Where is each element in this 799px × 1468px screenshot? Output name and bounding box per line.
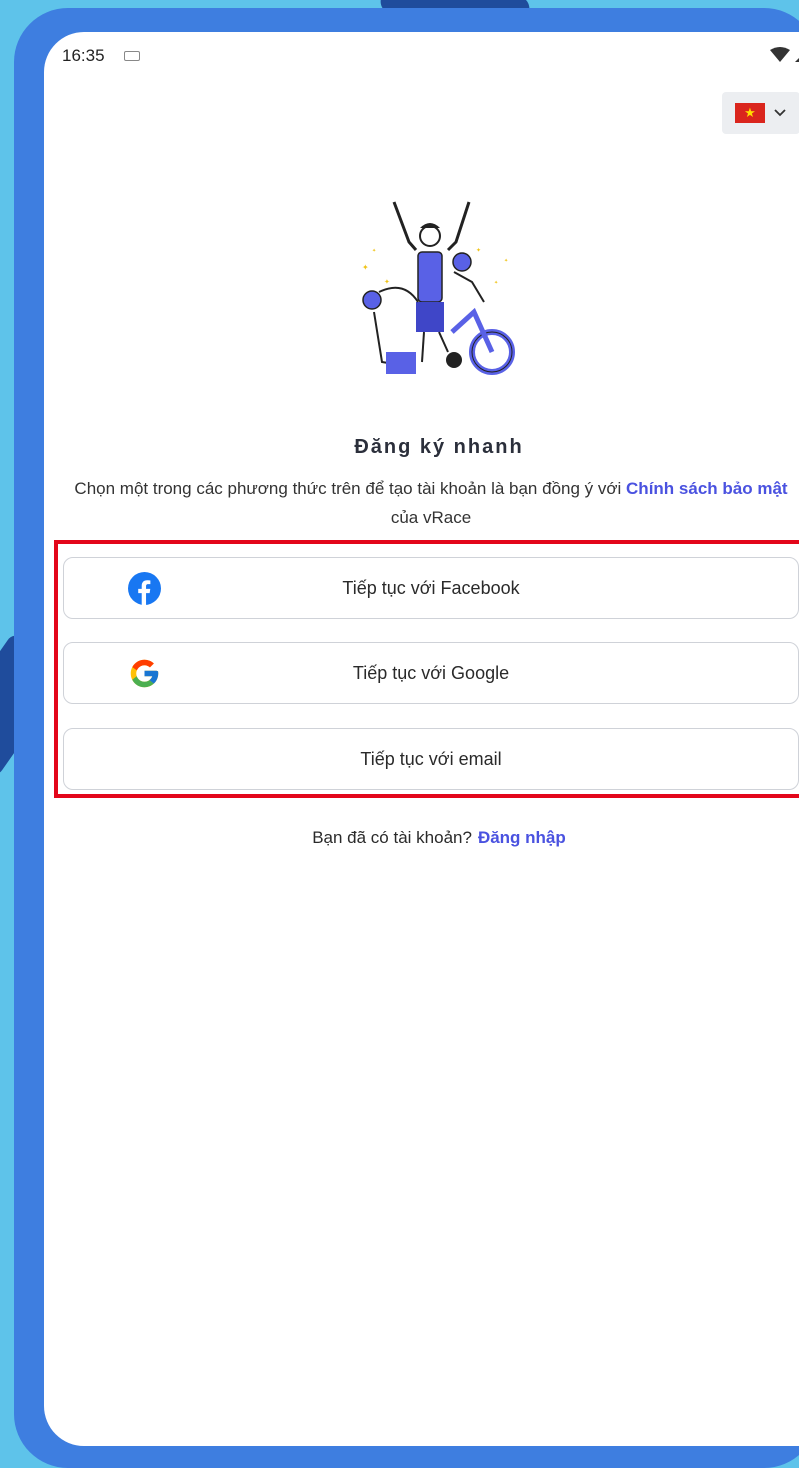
athletes-illustration: ✦ ✦ ✦ ✦ ✦ ✦: [362, 201, 515, 375]
page-title: Đăng ký nhanh: [354, 436, 524, 458]
signal-icon: [795, 58, 799, 62]
login-link[interactable]: Đăng nhập: [478, 828, 566, 847]
status-time: 16:35: [62, 46, 105, 65]
svg-text:✦: ✦: [504, 258, 508, 264]
login-prompt: Bạn đã có tài khoản? Đăng nhập: [44, 828, 799, 848]
svg-text:✦: ✦: [494, 280, 498, 286]
keyboard-icon: [124, 51, 140, 61]
phone-frame: 16:35 ★ ✦ ✦ ✦ ✦ ✦ ✦ Đăng ký nhanh Chọn m…: [14, 8, 799, 1468]
terms-suffix: của vRace: [390, 508, 472, 527]
system-icons: [770, 46, 799, 64]
google-signup-button[interactable]: Tiếp tục với Google: [63, 642, 799, 704]
svg-text:✦: ✦: [372, 248, 376, 254]
facebook-button-label: Tiếp tục với Facebook: [342, 578, 520, 598]
terms-text: Chọn một trong các phương thức trên để t…: [74, 479, 627, 498]
facebook-signup-button[interactable]: Tiếp tục với Facebook: [63, 557, 799, 619]
svg-text:✦: ✦: [476, 247, 481, 254]
google-button-label: Tiếp tục với Google: [352, 663, 510, 683]
chevron-down-icon: [774, 109, 786, 117]
language-selector[interactable]: ★: [722, 92, 799, 134]
email-signup-button[interactable]: Tiếp tục với email: [63, 728, 799, 790]
email-button-label: Tiếp tục với email: [360, 749, 502, 769]
vietnam-flag-icon: ★: [735, 103, 765, 123]
wifi-icon: [770, 47, 790, 62]
status-bar: 16:35: [44, 32, 799, 80]
svg-text:✦: ✦: [384, 278, 390, 286]
privacy-policy-link[interactable]: Chính sách bảo mật: [626, 479, 788, 498]
login-prompt-text: Bạn đã có tài khoản?: [312, 828, 472, 847]
terms-description: Chọn một trong các phương thức trên để t…: [66, 474, 796, 532]
svg-text:✦: ✦: [362, 263, 369, 272]
app-screen: 16:35 ★ ✦ ✦ ✦ ✦ ✦ ✦ Đăng ký nhanh Chọn m…: [44, 32, 799, 1446]
